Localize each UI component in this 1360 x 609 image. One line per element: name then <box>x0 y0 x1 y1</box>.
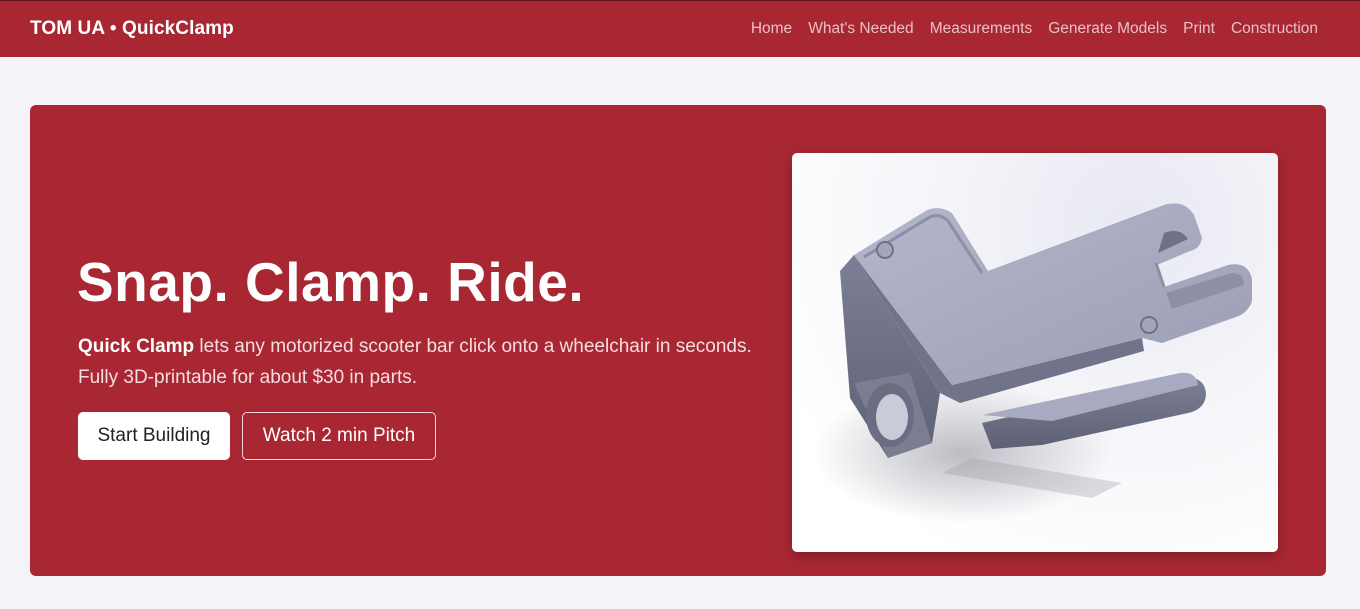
brand-logo[interactable]: TOM UA • QuickClamp <box>30 18 234 40</box>
hero-product-name: Quick Clamp <box>78 336 195 357</box>
hero-title: Snap. Clamp. Ride. <box>77 251 585 313</box>
hero-section: Snap. Clamp. Ride. Quick Clamp lets any … <box>30 105 1326 576</box>
nav-link-home[interactable]: Home <box>751 20 792 38</box>
nav-link-construction[interactable]: Construction <box>1231 20 1318 38</box>
nav-links: Home What's Needed Measurements Generate… <box>735 20 1330 38</box>
nav-link-print[interactable]: Print <box>1183 20 1215 38</box>
top-navbar: TOM UA • QuickClamp Home What's Needed M… <box>0 0 1360 57</box>
start-building-button[interactable]: Start Building <box>78 412 230 460</box>
watch-pitch-button[interactable]: Watch 2 min Pitch <box>242 412 436 460</box>
nav-link-measurements[interactable]: Measurements <box>930 20 1033 38</box>
hero-description: Quick Clamp lets any motorized scooter b… <box>78 331 768 393</box>
clamp-3d-render: TOM UA <box>812 203 1252 523</box>
clamp-model-image: TOM UA <box>792 153 1278 552</box>
nav-link-whats-needed[interactable]: What's Needed <box>808 20 914 38</box>
nav-link-generate-models[interactable]: Generate Models <box>1048 20 1167 38</box>
